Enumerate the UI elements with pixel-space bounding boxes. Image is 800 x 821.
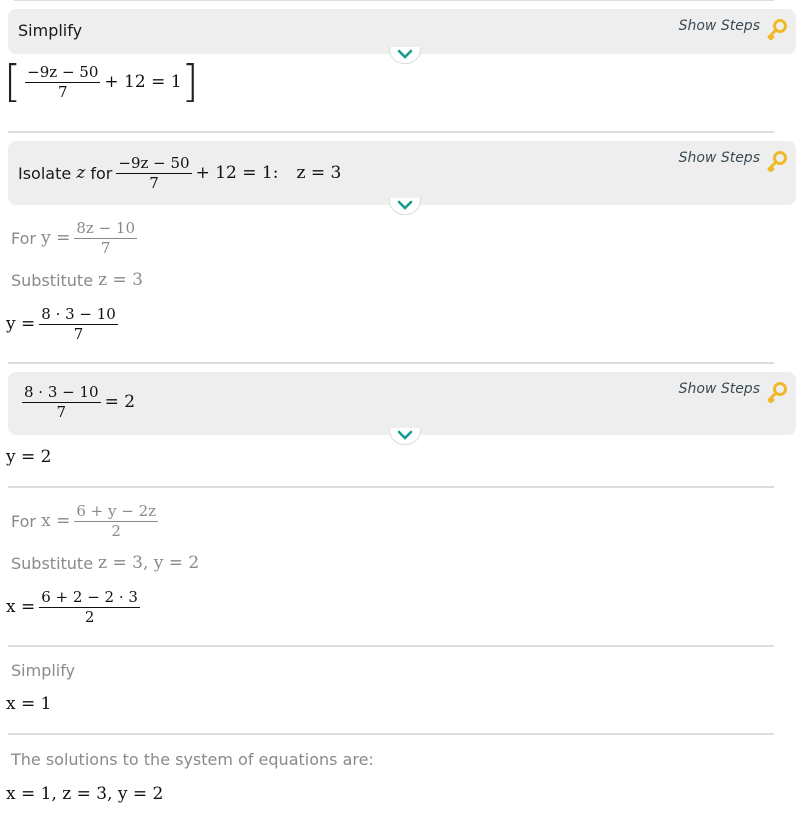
chevron-down-icon xyxy=(397,200,413,210)
right-bracket: ] xyxy=(181,56,199,107)
simplify-label: Simplify xyxy=(11,661,76,680)
chevron-down-icon xyxy=(397,430,413,440)
divider xyxy=(8,131,774,133)
fraction: 8z − 10 7 xyxy=(74,219,137,257)
substitute-line: Substitute z = 3 xyxy=(11,270,143,290)
fraction: 6 + 2 − 2 · 3 2 xyxy=(39,588,140,626)
for-y-line: For y = 8z − 10 7 xyxy=(11,219,137,257)
divider xyxy=(8,362,774,364)
solutions-label: The solutions to the system of equations… xyxy=(11,750,374,769)
left-bracket: [ xyxy=(4,56,22,107)
fraction: −9z − 50 7 xyxy=(116,154,192,192)
x-result: x = 1 xyxy=(6,694,52,714)
chevron-down-icon xyxy=(397,49,413,59)
substitute-line: Substitute z = 3, y = 2 xyxy=(11,553,200,573)
x-substituted-equation: x = 6 + 2 − 2 · 3 2 xyxy=(6,588,140,626)
key-icon[interactable] xyxy=(766,150,788,172)
expand-button[interactable] xyxy=(389,428,421,445)
top-divider xyxy=(14,0,774,1)
step-title: Isolate z for −9z − 50 7 + 12 = 1: z = 3 xyxy=(18,154,342,192)
step-title: 8 · 3 − 10 7 = 2 xyxy=(22,383,136,421)
fraction: 8 · 3 − 10 7 xyxy=(39,305,118,343)
step-evaluate-box[interactable]: 8 · 3 − 10 7 = 2 Show Steps xyxy=(8,372,796,435)
divider xyxy=(8,645,774,647)
divider xyxy=(8,733,774,735)
fraction: 6 + y − 2z 2 xyxy=(74,502,159,540)
solutions-result: x = 1, z = 3, y = 2 xyxy=(6,784,164,804)
key-icon[interactable] xyxy=(766,18,788,40)
fraction: 8 · 3 − 10 7 xyxy=(22,383,101,421)
divider xyxy=(8,486,774,488)
fraction: −9z − 50 7 xyxy=(25,63,101,101)
y-result: y = 2 xyxy=(6,447,52,467)
show-steps-button[interactable]: Show Steps xyxy=(679,150,760,166)
expand-button[interactable] xyxy=(389,198,421,215)
key-icon[interactable] xyxy=(766,381,788,403)
expand-button[interactable] xyxy=(389,47,421,64)
step-isolate-box[interactable]: Isolate z for −9z − 50 7 + 12 = 1: z = 3… xyxy=(8,141,796,205)
step-title: Simplify xyxy=(18,21,83,40)
show-steps-button[interactable]: Show Steps xyxy=(679,381,760,397)
simplified-equation: [ −9z − 50 7 + 12 = 1 ] xyxy=(4,56,199,107)
y-substituted-equation: y = 8 · 3 − 10 7 xyxy=(6,305,118,343)
show-steps-button[interactable]: Show Steps xyxy=(679,18,760,34)
for-x-line: For x = 6 + y − 2z 2 xyxy=(11,502,159,540)
